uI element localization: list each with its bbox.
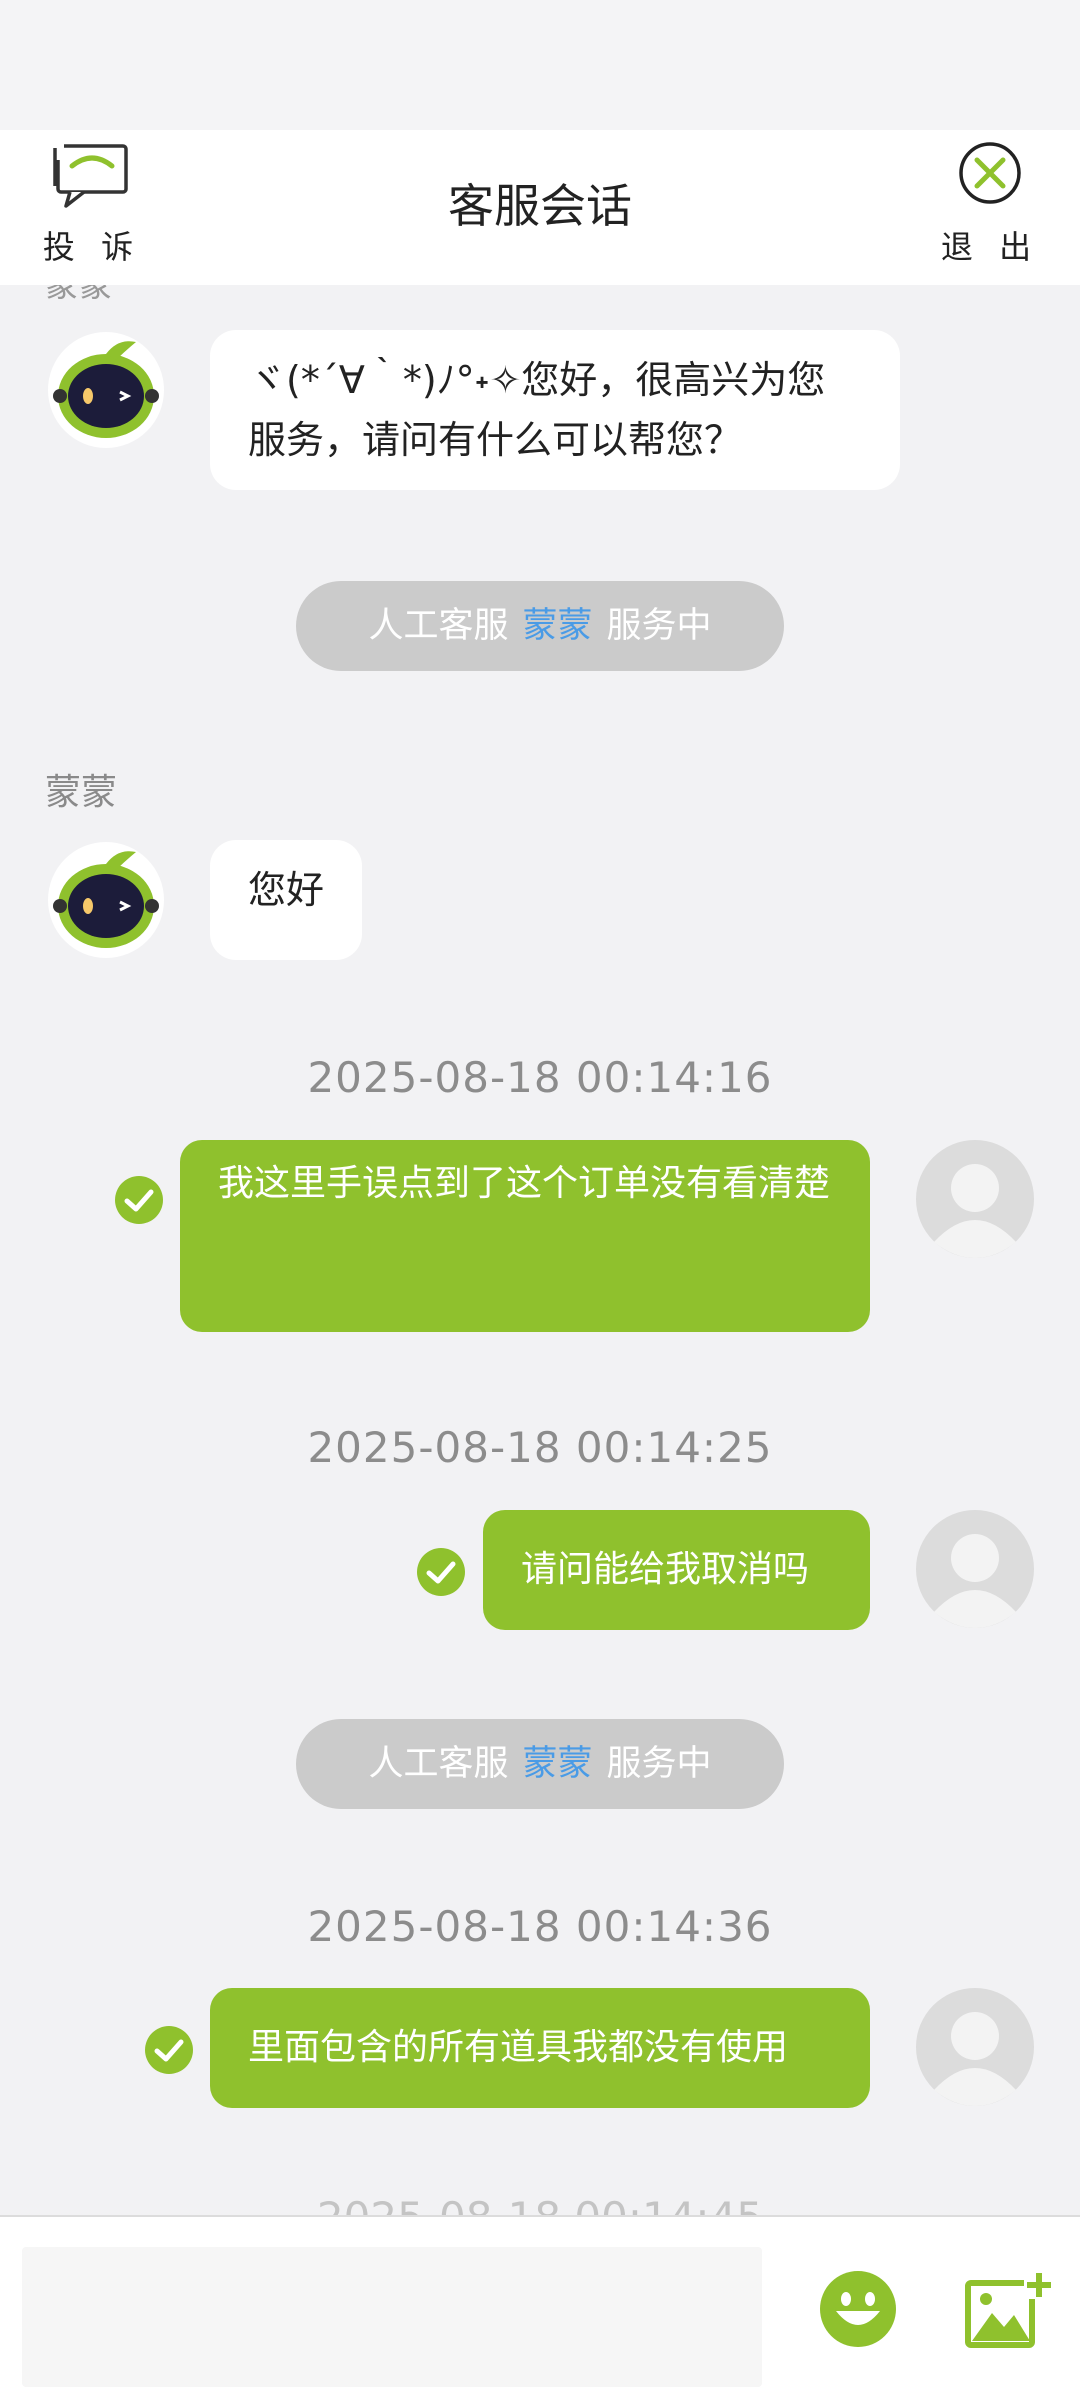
exit-label: 退 出 [940, 228, 1040, 266]
input-bar [0, 2215, 1080, 2402]
check-circle-icon [145, 2026, 193, 2074]
user-message-text: 里面包含的所有道具我都没有使用 [248, 2027, 789, 2068]
agent-message-text: ヾ(*´∀｀*)ﾉ°˖✧您好，很高兴为您服务，请问有什么可以帮您？ [248, 358, 826, 462]
user-message-text: 我这里手误点到了这个订单没有看清楚 [218, 1163, 831, 1204]
user-avatar[interactable] [916, 1510, 1034, 1628]
add-image-icon[interactable] [964, 2269, 1054, 2349]
user-message-bubble[interactable]: 请问能给我取消吗 [483, 1510, 870, 1630]
agent-message-bubble[interactable]: ヾ(*´∀｀*)ﾉ°˖✧您好，很高兴为您服务，请问有什么可以帮您？ [210, 330, 900, 490]
service-status-pill: 人工客服 蒙蒙 服务中 [296, 1719, 784, 1809]
agent-name[interactable]: 蒙蒙 [522, 1744, 592, 1784]
exit-button[interactable]: 退 出 [920, 130, 1060, 285]
message-input[interactable] [22, 2247, 762, 2387]
chat-area[interactable]: 蒙蒙 ヾ(*´∀｀*)ﾉ°˖✧您好，很高兴为您服务，请问有什么可以帮您？ 人工客… [0, 285, 1080, 2215]
header: 投 诉 客服会话 退 出 [0, 130, 1080, 285]
agent-name[interactable]: 蒙蒙 [522, 606, 592, 646]
agent-avatar[interactable] [46, 840, 166, 960]
agent-avatar[interactable] [46, 330, 166, 450]
message-timestamp: 2025-08-18 00:14:36 [307, 1902, 773, 1951]
check-circle-icon [417, 1548, 465, 1596]
check-circle-icon [115, 1176, 163, 1224]
message-timestamp: 2025-08-18 00:14:45 [0, 2193, 1080, 2215]
user-avatar[interactable] [916, 1988, 1034, 2106]
agent-message-bubble[interactable]: 您好 [210, 840, 362, 960]
status-prefix: 人工客服 [368, 606, 509, 646]
status-suffix: 服务中 [606, 606, 712, 646]
status-prefix: 人工客服 [368, 1744, 509, 1784]
close-circle-icon [959, 142, 1021, 204]
sender-name: 蒙蒙 [45, 772, 118, 813]
service-status-pill: 人工客服 蒙蒙 服务中 [296, 581, 784, 671]
user-message-bubble[interactable]: 里面包含的所有道具我都没有使用 [210, 1988, 870, 2108]
status-bar [0, 0, 1080, 130]
agent-message-text: 您好 [248, 868, 325, 912]
page-title: 客服会话 [448, 179, 632, 233]
smiley-icon[interactable] [818, 2269, 898, 2349]
user-message-text: 请问能给我取消吗 [521, 1549, 810, 1590]
user-message-bubble[interactable]: 我这里手误点到了这个订单没有看清楚 [180, 1140, 870, 1332]
message-timestamp: 2025-08-18 00:14:25 [307, 1423, 773, 1472]
status-suffix: 服务中 [606, 1744, 712, 1784]
message-timestamp: 2025-08-18 00:14:16 [307, 1053, 773, 1102]
sender-name: 蒙蒙 [45, 285, 113, 305]
user-avatar[interactable] [916, 1140, 1034, 1258]
